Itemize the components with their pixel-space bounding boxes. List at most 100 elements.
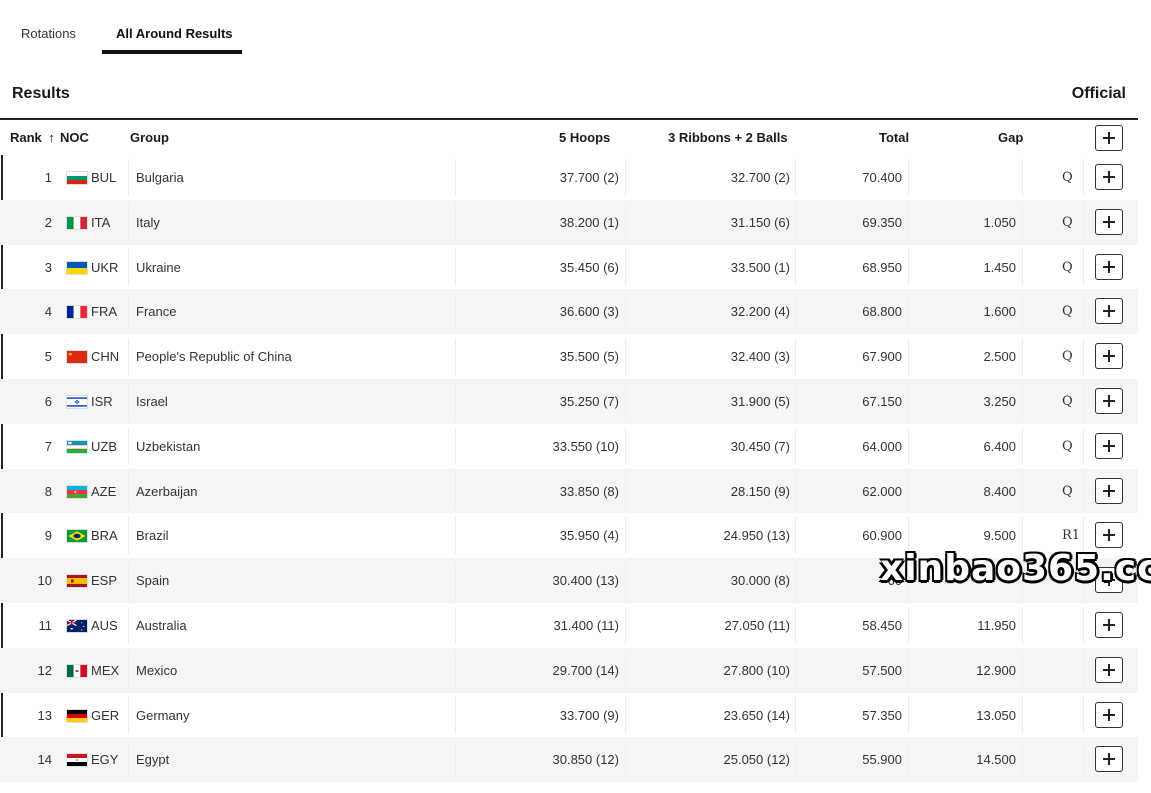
rank-cell: 7 (44, 438, 52, 454)
column-divider (455, 293, 456, 331)
group-cell[interactable]: Australia (136, 618, 187, 633)
expand-row-button[interactable] (1095, 298, 1123, 325)
gap-cell: 13.050 (976, 707, 1016, 723)
tab-rotations[interactable]: Rotations (21, 26, 76, 41)
gap-cell: 1.600 (983, 304, 1016, 320)
noc-cell: ISR (91, 393, 113, 409)
rank-cell: 5 (44, 349, 52, 365)
column-divider (625, 338, 626, 376)
table-row[interactable]: 6 ISR Israel 35.250 (7) 31.900 (5) 67.150 3.25… (0, 378, 1138, 424)
group-cell[interactable]: Israel (136, 394, 168, 409)
group-cell[interactable]: Germany (136, 708, 189, 723)
group-cell[interactable]: Egypt (136, 752, 169, 767)
expand-row-button[interactable] (1095, 164, 1123, 190)
rank-cell: 14 (37, 752, 52, 768)
column-divider (1083, 696, 1084, 734)
group-cell[interactable]: Uzbekistan (136, 439, 200, 454)
table-row[interactable]: 1 BUL Bulgaria 37.700 (2) 32.700 (2) 70.400 Q (0, 155, 1138, 200)
table-row[interactable]: 12 MEX Mexico 29.700 (14) 27.800 (10) 57.500 1… (0, 647, 1138, 693)
column-divider (908, 651, 909, 689)
table-row[interactable]: 13 GER Germany 33.700 (9) 23.650 (14) 57.350 1… (0, 692, 1138, 738)
column-divider (455, 741, 456, 779)
official-status: Official (1071, 85, 1126, 102)
column-divider (908, 472, 909, 510)
group-cell[interactable]: Azerbaijan (136, 484, 197, 499)
expand-all-button[interactable] (1095, 125, 1123, 151)
hoops-score-cell: 35.450 (6) (559, 259, 619, 275)
column-divider (1022, 293, 1023, 331)
noc-cell: AZE (91, 483, 117, 499)
column-divider (1022, 606, 1023, 644)
column-divider (908, 696, 909, 734)
column-divider (795, 517, 796, 555)
column-divider (1083, 741, 1084, 779)
column-divider (455, 651, 456, 689)
egypt-flag-icon (66, 753, 88, 768)
group-cell[interactable]: France (136, 304, 176, 319)
expand-row-button[interactable] (1095, 611, 1123, 638)
column-divider (795, 159, 796, 196)
table-row[interactable]: 8 AZE Azerbaijan 33.850 (8) 28.150 (9) 62.000… (0, 468, 1138, 514)
group-cell[interactable]: Brazil (136, 528, 169, 543)
column-divider (455, 203, 456, 241)
gap-cell: 12.900 (976, 662, 1016, 678)
table-row[interactable]: 4 FRA France 36.600 (3) 32.200 (4) 68.800 1.60… (0, 289, 1138, 335)
column-divider (455, 159, 456, 196)
noc-cell: CHN (91, 349, 120, 365)
expand-row-button[interactable] (1095, 432, 1123, 459)
column-divider (795, 427, 796, 465)
total-score-cell: 55.900 (862, 752, 902, 768)
ribbons-balls-score-cell: 33.500 (1) (730, 259, 790, 275)
expand-row-button[interactable] (1095, 701, 1123, 728)
expand-row-button[interactable] (1095, 746, 1123, 773)
table-row[interactable]: 2 ITA Italy 38.200 (1) 31.150 (6) 69.350 1.050… (0, 199, 1138, 245)
expand-row-button[interactable] (1095, 477, 1123, 504)
hoops-score-cell: 30.850 (12) (552, 752, 620, 768)
tab-all-around-results[interactable]: All Around Results (116, 26, 233, 41)
group-cell[interactable]: Ukraine (136, 260, 181, 275)
group-cell[interactable]: Bulgaria (136, 170, 184, 185)
column-divider (908, 382, 909, 420)
total-score-cell: 68.950 (862, 259, 902, 275)
column-divider (128, 293, 129, 331)
column-divider (128, 517, 129, 555)
column-divider (1022, 696, 1023, 734)
expand-row-button[interactable] (1095, 656, 1123, 683)
expand-row-button[interactable] (1095, 343, 1123, 370)
noc-cell: BUL (91, 170, 117, 185)
gap-cell: 14.500 (976, 752, 1016, 768)
table-row[interactable]: 5 CHN People's Republic of China 35.500 (5)… (0, 334, 1138, 379)
rank-cell: 3 (44, 259, 52, 275)
column-divider (625, 606, 626, 644)
group-cell[interactable]: Mexico (136, 663, 177, 678)
total-score-cell: 67.150 (862, 393, 902, 409)
ribbons-balls-score-cell: 27.050 (11) (724, 617, 790, 633)
hoops-score-cell: 38.200 (1) (559, 214, 619, 230)
expand-row-button[interactable] (1095, 208, 1123, 235)
group-cell[interactable]: People's Republic of China (136, 349, 292, 364)
total-score-cell: 60.900 (862, 528, 902, 544)
expand-row-button[interactable] (1095, 253, 1123, 280)
rank-header-label: Rank (10, 130, 42, 145)
rank-cell: 6 (44, 393, 52, 409)
group-cell[interactable]: Italy (136, 215, 160, 230)
rank-header[interactable]: Rank ↑ (10, 130, 55, 145)
column-divider (625, 203, 626, 241)
table-row[interactable]: 3 UKR Ukraine 35.450 (6) 33.500 (1) 68.950 1.4… (0, 244, 1138, 290)
column-divider (908, 427, 909, 465)
expand-row-button[interactable] (1095, 522, 1123, 549)
expand-row-button[interactable] (1095, 387, 1123, 414)
qualification-mark: Q (1062, 483, 1073, 499)
table-row[interactable]: 14 EGY Egypt 30.850 (12) 25.050 (12) 55.900 14… (0, 737, 1138, 783)
rank-cell: 12 (37, 662, 52, 678)
column-divider (128, 203, 129, 241)
sort-arrow-icon: ↑ (48, 130, 55, 145)
table-row[interactable]: 11 AUS Australia 31.400 (11) 27.050 (11) 58.4… (0, 602, 1138, 648)
column-divider (1083, 472, 1084, 510)
hoops-score-cell: 35.500 (5) (559, 349, 619, 365)
column-divider (1022, 248, 1023, 286)
table-row[interactable]: 7 UZB Uzbekistan 33.550 (10) 30.450 (7) 64.00… (0, 423, 1138, 469)
hoops-score-cell: 35.950 (4) (559, 528, 619, 544)
group-cell[interactable]: Spain (136, 573, 169, 588)
total-score-cell: 67.900 (862, 349, 902, 365)
